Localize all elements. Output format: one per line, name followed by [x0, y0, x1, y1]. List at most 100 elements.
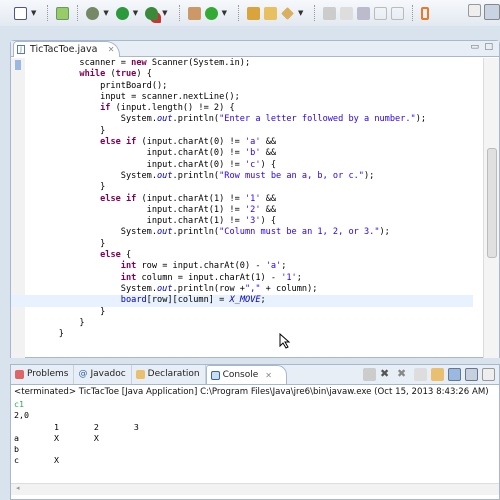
build-icon[interactable] [187, 6, 201, 20]
console-line: 1 2 3 [14, 421, 139, 432]
code-line: System.out.println("Column must be an 1,… [38, 227, 390, 238]
java-icon[interactable] [421, 6, 430, 20]
show-stderr-icon[interactable] [465, 368, 478, 381]
console-line: c1 [14, 399, 24, 409]
maximize-icon[interactable]: □ [484, 42, 493, 52]
tab-problems[interactable]: Problems [11, 365, 75, 384]
code-line: int row = input.charAt(0) - 'a'; [120, 261, 287, 272]
java-perspective-icon[interactable] [484, 4, 500, 20]
tab-label: Declaration [147, 369, 200, 379]
remove-launch-icon[interactable]: ✖ [380, 368, 393, 381]
code-line: System.out.println(row +"," + column); [38, 283, 318, 294]
code-line: } [38, 306, 106, 317]
code-line: } [38, 317, 85, 328]
separator [178, 5, 180, 21]
open-folder-icon[interactable] [263, 6, 277, 20]
paragraph-icon[interactable] [391, 6, 405, 20]
open-type-icon[interactable] [246, 6, 260, 20]
code-area[interactable]: scanner = new Scanner(System.in); while … [11, 58, 473, 358]
problems-icon [15, 370, 24, 379]
code-line: printBoard(); [38, 80, 168, 91]
code-line: else if (input.charAt(0) != 'a' && [100, 137, 277, 148]
bottom-tabs: Problems @ Javadoc Declaration Console ✕ ✖… [11, 365, 499, 385]
refresh-icon[interactable] [204, 6, 218, 20]
code-line: else { [100, 250, 132, 261]
console-header: <terminated> TicTacToe [Java Application… [14, 387, 489, 397]
console-toolbar: ✖ ✖ [363, 368, 495, 381]
at-icon: @ [78, 369, 88, 379]
dropdown-arrow[interactable]: ▼ [222, 9, 227, 17]
code-line: input = scanner.nextLine(); [38, 91, 240, 102]
declaration-icon [135, 370, 145, 379]
tab-label: TicTacToe.java [30, 44, 98, 55]
separator [77, 5, 79, 21]
dropdown-arrow[interactable]: ▼ [31, 9, 36, 17]
clear-console-icon[interactable] [414, 368, 427, 381]
code-line: input.charAt(1) != '2' && [38, 204, 277, 215]
separator [47, 5, 49, 21]
scroll-lock-icon[interactable] [431, 368, 444, 381]
remove-all-icon[interactable]: ✖ [397, 368, 410, 381]
minimize-icon[interactable]: ▭ [470, 42, 479, 52]
bottom-panel: Problems @ Javadoc Declaration Console ✕ ✖… [10, 364, 500, 500]
code-line: } [38, 329, 64, 340]
dropdown-arrow[interactable]: ▼ [298, 9, 303, 17]
editor-tabs: J TicTacToe.java ✕ ▭ □ [11, 41, 499, 57]
external-tools-icon[interactable] [145, 6, 159, 20]
code-line: System.out.println("Enter a letter follo… [38, 114, 427, 125]
pen-icon[interactable] [281, 6, 294, 20]
code-line: } [38, 238, 106, 249]
horizontal-scrollbar[interactable]: ◂ [11, 483, 499, 495]
new-class-icon[interactable] [56, 6, 70, 20]
open-perspective-icon[interactable] [468, 4, 481, 17]
separator [412, 5, 414, 21]
console-icon [210, 370, 220, 380]
code-line: scanner = new Scanner(System.in); [38, 58, 251, 68]
code-line: board[row][column] = X_MOVE; [11, 295, 473, 307]
separator [237, 5, 239, 21]
code-line: } [38, 182, 106, 193]
annotation-icon[interactable] [323, 6, 337, 20]
close-icon[interactable]: ✕ [108, 42, 115, 57]
tab-tictactoe-java[interactable]: J TicTacToe.java ✕ [13, 41, 121, 57]
console-line: c X [14, 455, 59, 466]
checkbox-icon[interactable] [14, 6, 27, 20]
console-line: 2,0 [14, 410, 29, 421]
pin-console-icon[interactable] [482, 368, 495, 381]
code-line: input.charAt(0) != 'c') { [38, 159, 277, 170]
tab-javadoc[interactable]: @ Javadoc [74, 365, 132, 384]
code-line: } [38, 125, 106, 136]
console-line: b [14, 444, 19, 455]
code-line: if (input.length() != 2) { [100, 103, 235, 114]
main-toolbar: ▼ ▼ ▼ ▼ ▼ ▼ [0, 0, 500, 26]
close-icon[interactable]: ✕ [265, 366, 272, 385]
tab-label: Problems [27, 369, 69, 379]
vertical-scrollbar[interactable] [483, 58, 499, 358]
tasks-icon[interactable] [357, 6, 371, 20]
java-file-icon: J [17, 45, 25, 54]
perspective-switcher [468, 4, 500, 20]
tab-label: Console [222, 369, 259, 380]
console-output[interactable]: c1 2,0 1 2 3a X Xbc X [11, 399, 499, 467]
code-line: int column = input.charAt(1) - '1'; [120, 272, 302, 283]
separator [314, 5, 316, 21]
mouse-cursor-icon [279, 333, 291, 349]
code-line: input.charAt(1) != '3') { [38, 216, 277, 227]
debug-icon[interactable] [86, 6, 100, 20]
code-line: input.charAt(0) != 'b' && [38, 148, 277, 159]
dropdown-arrow[interactable]: ▼ [103, 9, 108, 17]
run-icon[interactable] [115, 6, 129, 20]
scroll-thumb[interactable] [487, 148, 497, 258]
dropdown-arrow[interactable]: ▼ [162, 9, 167, 17]
tab-label: Javadoc [90, 369, 126, 379]
terminate-icon[interactable] [363, 368, 376, 381]
tab-console[interactable]: Console ✕ [205, 365, 287, 385]
code-line: System.out.println("Row must be an a, b,… [38, 170, 375, 181]
code-line: else if (input.charAt(1) != '1' && [100, 193, 277, 204]
dropdown-arrow[interactable]: ▼ [133, 9, 138, 17]
edit-icon[interactable] [340, 6, 354, 20]
block-icon[interactable] [374, 6, 388, 20]
show-stdout-icon[interactable] [448, 368, 461, 381]
tab-declaration[interactable]: Declaration [132, 365, 206, 384]
console-line: a X X [14, 432, 99, 443]
